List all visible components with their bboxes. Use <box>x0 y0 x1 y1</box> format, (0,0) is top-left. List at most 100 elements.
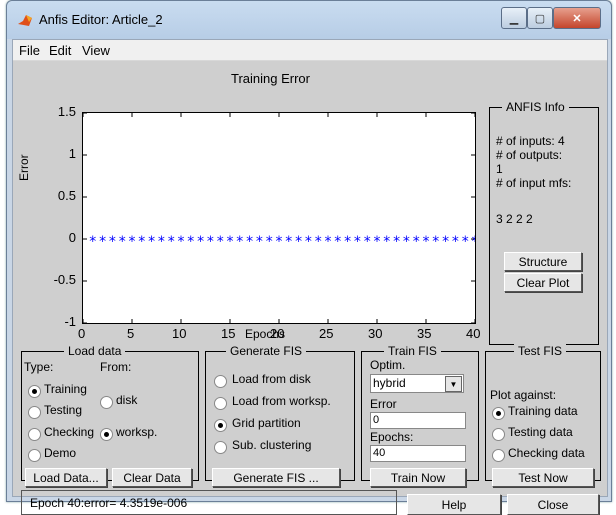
maximize-button[interactable]: ▢ <box>527 7 553 29</box>
title-bar[interactable]: Anfis Editor: Article_2 ▁ ▢ ✕ <box>7 1 611 39</box>
y-tick-label: 0 <box>68 230 76 245</box>
error-data-point: * <box>236 234 243 250</box>
radio-workspace[interactable] <box>100 428 113 441</box>
status-text: Epoch 40:error= 4.3519e-006 <box>30 495 188 510</box>
error-data-point: * <box>187 234 194 250</box>
input-mfs-value: 3 2 2 2 <box>496 212 533 226</box>
close-window-button[interactable]: ✕ <box>553 7 601 29</box>
y-axis-label: Error <box>17 154 31 181</box>
radio-training[interactable] <box>28 385 41 398</box>
error-data-point: * <box>325 234 332 250</box>
y-tick-label: 0.5 <box>57 188 76 203</box>
input-mfs-label: # of input mfs: <box>496 176 572 190</box>
error-data-point: * <box>158 234 165 250</box>
x-tick-label: 30 <box>368 326 383 341</box>
type-label: Type: <box>24 360 54 374</box>
generate-fis-button[interactable]: Generate FIS ... <box>212 468 340 487</box>
structure-button[interactable]: Structure <box>504 252 582 271</box>
y-tick-label: -1 <box>64 314 76 329</box>
close-button[interactable]: Close <box>507 494 599 515</box>
anfis-info-panel: ANFIS Info # of inputs: 4 # of outputs: … <box>489 100 599 345</box>
error-data-point: * <box>383 234 390 250</box>
menu-edit[interactable]: Edit <box>49 43 71 58</box>
train-fis-panel: Train FIS Optim. hybrid ▼ Error 0 Epochs… <box>361 344 479 487</box>
error-data-point: * <box>227 234 234 250</box>
error-data-point: * <box>285 234 292 250</box>
radio-testing-data[interactable] <box>492 428 505 441</box>
x-tick-label: 40 <box>466 326 481 341</box>
clear-plot-button[interactable]: Clear Plot <box>504 273 582 292</box>
radio-load-from-disk-label: Load from disk <box>232 372 311 386</box>
help-button[interactable]: Help <box>407 494 501 515</box>
status-box: Epoch 40:error= 4.3519e-006 <box>21 490 397 515</box>
dropdown-arrow-icon: ▼ <box>445 376 462 392</box>
error-data-point: * <box>413 234 420 250</box>
plot-title: Training Error <box>231 71 310 86</box>
error-data-point: * <box>266 234 273 250</box>
window-title: Anfis Editor: Article_2 <box>39 12 163 27</box>
menu-bar: File Edit View <box>13 40 607 61</box>
error-data-point: * <box>119 234 126 250</box>
radio-load-from-workspace-label: Load from worksp. <box>232 394 331 408</box>
error-data-point: * <box>315 234 322 250</box>
anfis-editor-window: Anfis Editor: Article_2 ▁ ▢ ✕ File Edit … <box>6 0 612 515</box>
radio-training-label: Training <box>44 382 87 396</box>
error-data-point: * <box>109 234 116 250</box>
error-data-point: * <box>295 234 302 250</box>
radio-testing-label: Testing <box>44 403 83 417</box>
train-now-button[interactable]: Train Now <box>370 468 466 487</box>
error-data-point: * <box>148 234 155 250</box>
radio-checking-data[interactable] <box>492 449 505 462</box>
optim-select[interactable]: hybrid ▼ <box>370 374 464 393</box>
radio-checking-label: Checking <box>44 425 95 439</box>
minimize-button[interactable]: ▁ <box>501 7 527 29</box>
load-data-button[interactable]: Load Data... <box>25 468 107 487</box>
minimize-icon: ▁ <box>509 12 519 25</box>
radio-demo[interactable] <box>28 449 41 462</box>
radio-training-data[interactable] <box>492 407 505 420</box>
error-data-point: * <box>217 234 224 250</box>
training-error-svg: **************************************** <box>82 112 479 324</box>
error-data-point: * <box>354 234 361 250</box>
error-data-point: * <box>403 234 410 250</box>
radio-grid-partition-label: Grid partition <box>232 416 301 430</box>
error-data-point: * <box>89 234 96 250</box>
plot-against-label: Plot against: <box>490 388 557 402</box>
radio-load-from-disk[interactable] <box>214 375 227 388</box>
clear-data-button[interactable]: Clear Data <box>112 468 192 487</box>
radio-disk-label: disk <box>116 393 138 407</box>
radio-checking-data-label: Checking data <box>508 446 585 460</box>
radio-load-from-workspace[interactable] <box>214 397 227 410</box>
test-fis-title: Test FIS <box>514 344 567 358</box>
error-data-point: * <box>178 234 185 250</box>
optim-label: Optim. <box>370 358 406 372</box>
y-tick-label: -0.5 <box>53 272 76 287</box>
radio-testing[interactable] <box>28 406 41 419</box>
error-data-point: * <box>129 234 136 250</box>
editor-canvas: Training Error Error Epochs * * * * * * * * * * * *… <box>13 61 607 515</box>
radio-grid-partition[interactable] <box>214 419 227 432</box>
test-fis-panel: Test FIS Plot against: Training data Tes… <box>485 344 601 487</box>
error-data-point: * <box>99 234 106 250</box>
radio-workspace-label: worksp. <box>116 425 158 439</box>
radio-testing-data-label: Testing data <box>508 425 573 439</box>
radio-sub-clustering[interactable] <box>214 441 227 454</box>
maximize-icon: ▢ <box>534 12 546 25</box>
optim-value: hybrid <box>373 376 406 390</box>
error-data-point: * <box>207 234 214 250</box>
radio-disk[interactable] <box>100 396 113 409</box>
load-data-panel: Load data Type: From: Training Testing C… <box>21 344 199 487</box>
y-tick-label: 1 <box>68 146 76 161</box>
radio-checking[interactable] <box>28 428 41 441</box>
generate-fis-title: Generate FIS <box>226 344 307 358</box>
load-data-title: Load data <box>64 344 126 358</box>
test-now-button[interactable]: Test Now <box>492 468 594 487</box>
menu-file[interactable]: File <box>19 43 40 58</box>
epochs-field[interactable]: 40 <box>370 445 466 462</box>
error-tolerance-field[interactable]: 0 <box>370 412 466 429</box>
x-tick-label: 25 <box>319 326 334 341</box>
menu-view[interactable]: View <box>82 43 110 58</box>
anfis-info-title: ANFIS Info <box>502 100 569 114</box>
error-data-point: * <box>462 234 469 250</box>
x-tick-label: 5 <box>127 326 135 341</box>
